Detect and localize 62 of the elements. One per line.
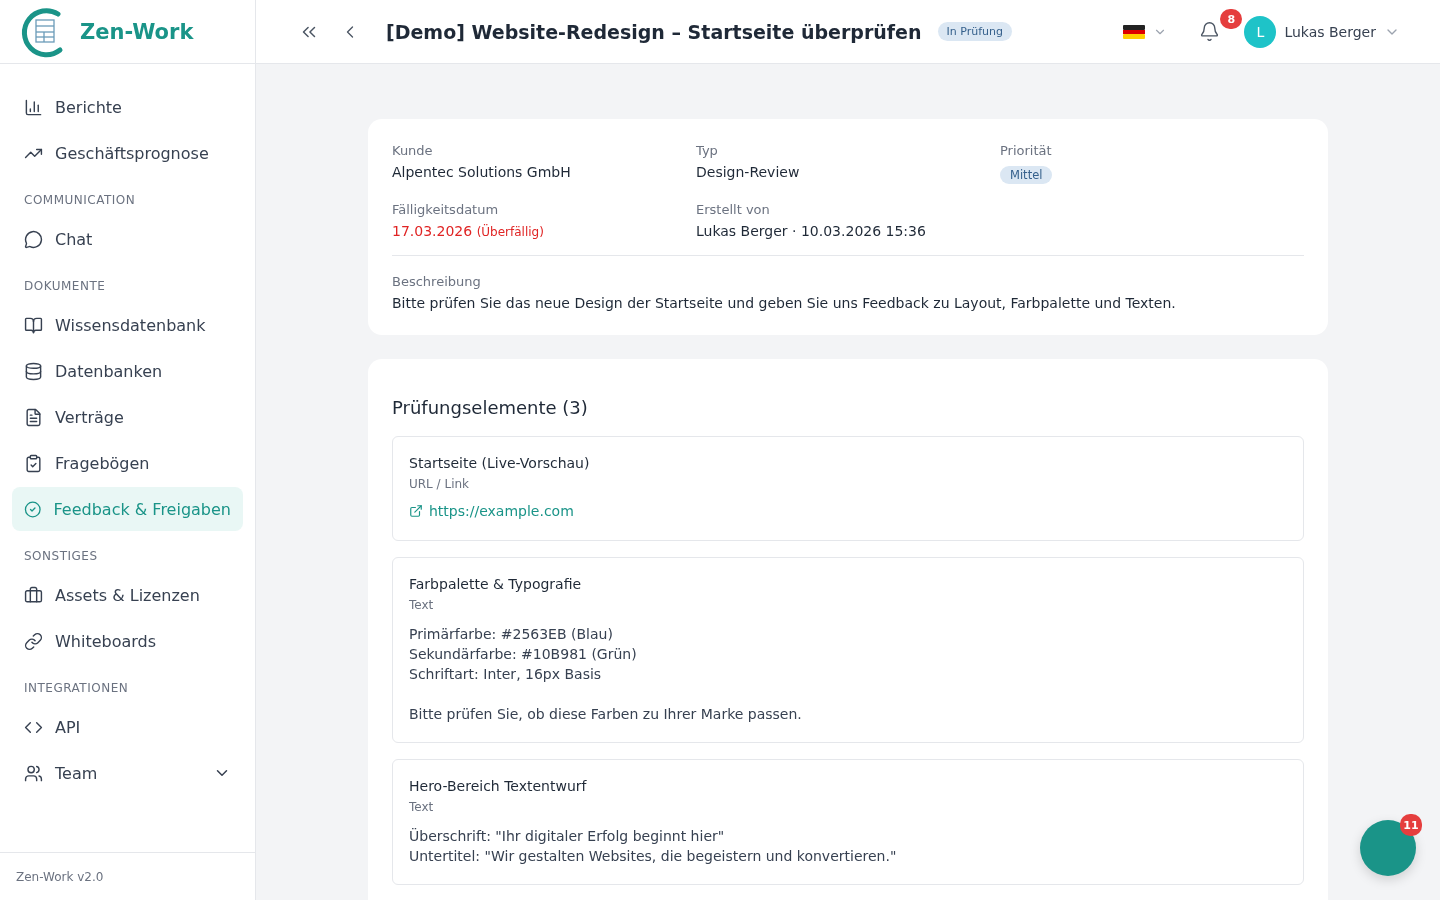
sidebar-icon <box>24 229 43 249</box>
external-link-icon <box>409 504 423 518</box>
sidebar-item[interactable]: Datenbanken <box>12 349 243 393</box>
item-title: Farbpalette & Typografie <box>409 576 583 592</box>
due-date: 17.03.2026 (Überfällig) <box>392 223 545 239</box>
description-text: Bitte prüfen Sie das neue Design der Startseite und geben Sie uns Feedback zu Layout, Farbpalette und Texten. <box>392 295 1177 311</box>
field-label: Beschreibung <box>392 274 482 289</box>
item-title: Startseite (Live-Vorschau) <box>409 455 591 471</box>
item-text: Primärfarbe: #2563EB (Blau) Sekundärfarbe: #10B981 (Grün) Schriftart: Inter, 16px Basis <box>409 625 638 684</box>
user-name: Lukas Berger <box>1284 23 1376 40</box>
field-label: Kunde <box>392 143 434 158</box>
user-avatar: L <box>1244 15 1277 48</box>
brand-name: Zen-Work <box>80 19 194 44</box>
item-type: Text <box>409 598 435 612</box>
user-menu[interactable]: L Lukas Berger <box>1244 15 1400 48</box>
item-text: Bitte prüfen Sie, ob diese Farben zu Ihrer Marke passen. <box>409 705 803 724</box>
item-type: Text <box>409 800 435 814</box>
sidebar-item[interactable]: Chat <box>12 217 243 261</box>
priority-badge: Mittel <box>1000 166 1053 184</box>
sidebar-icon <box>24 97 43 117</box>
sidebar-item[interactable]: Berichte <box>12 85 243 129</box>
sidebar-icon <box>24 407 43 427</box>
sidebar-item[interactable]: Team <box>12 751 243 795</box>
sidebar-item[interactable]: Verträge <box>12 395 243 439</box>
sidebar-icon <box>24 585 43 605</box>
bell-icon <box>1199 21 1221 42</box>
sidebar-item[interactable]: Assets & Lizenzen <box>12 573 243 617</box>
section-title: COMMUNICATION <box>23 192 137 209</box>
sidebar-icon <box>24 315 43 335</box>
sidebar-item[interactable]: Fragebögen <box>12 441 243 485</box>
field-label: Erstellt von <box>696 202 771 217</box>
sidebar-item[interactable]: Geschäftsprognose <box>12 131 243 175</box>
german-flag-icon <box>1123 24 1146 39</box>
page-title: [Demo] Website-Redesign – Startseite überprüfen <box>386 20 922 43</box>
sidebar-icon <box>24 631 43 651</box>
chat-button[interactable] <box>1360 820 1416 876</box>
section-title: INTEGRATIONEN <box>23 680 130 697</box>
sidebar-icon <box>24 499 42 519</box>
version-text: Zen-Work v2.0 <box>0 852 255 900</box>
field-value: Design-Review <box>696 164 801 180</box>
notifications-button[interactable] <box>1199 21 1221 42</box>
status-badge: In Prüfung <box>937 22 1012 41</box>
sidebar-icon <box>24 453 43 473</box>
sidebar-icon <box>24 763 43 783</box>
section-heading: Prüfungselemente (3) <box>392 397 589 418</box>
field-label: Priorität <box>1000 143 1053 158</box>
chat-badge: 11 <box>1400 814 1422 836</box>
item-type: URL / Link <box>409 477 471 491</box>
sidebar-item[interactable]: API <box>12 705 243 749</box>
section-title: SONSTIGES <box>23 548 99 565</box>
item-text: Überschrift: "Ihr digitaler Erfolg beginnt hier" Untertitel: "Wir gestalten Websites, die begeistern und konvertieren." <box>409 827 898 866</box>
notification-count: 8 <box>1220 9 1243 29</box>
field-label: Typ <box>696 143 719 158</box>
sidebar-item[interactable]: Whiteboards <box>12 619 243 663</box>
item-title: Hero-Bereich Textentwurf <box>409 778 588 794</box>
field-value: Lukas Berger · 10.03.2026 15:36 <box>696 223 927 239</box>
field-value: Alpentec Solutions GmbH <box>392 164 572 180</box>
sidebar-item[interactable]: Wissensdatenbank <box>12 303 243 347</box>
sidebar-icon <box>24 361 43 381</box>
section-title: DOKUMENTE <box>23 278 107 295</box>
item-link[interactable]: https://example.com <box>409 503 574 519</box>
field-label: Fälligkeitsdatum <box>392 202 500 217</box>
